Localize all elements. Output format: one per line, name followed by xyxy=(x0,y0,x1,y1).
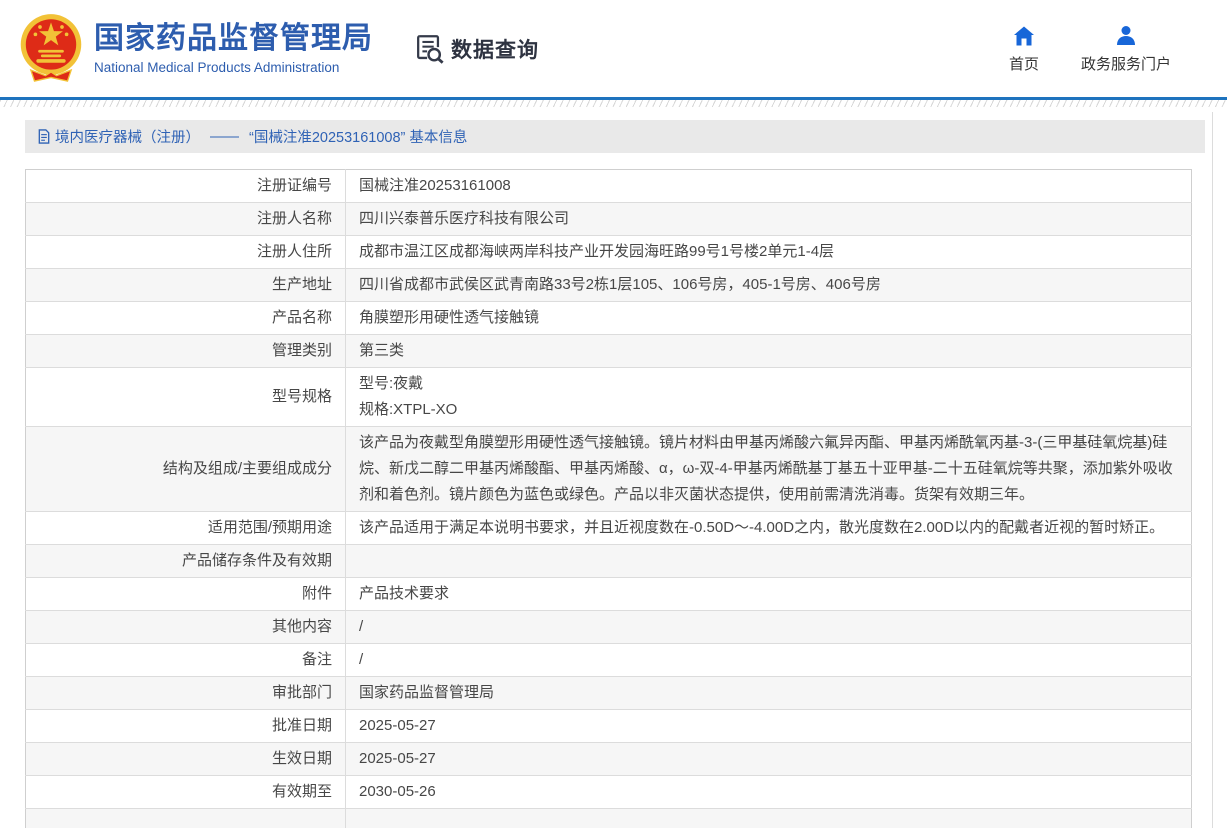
table-row: 注册人名称四川兴泰普乐医疗科技有限公司 xyxy=(26,203,1192,236)
site-header: 国家药品监督管理局 National Medical Products Admi… xyxy=(0,0,1227,100)
row-value: 2030-05-26 xyxy=(346,776,1192,809)
table-row: 产品名称角膜塑形用硬性透气接触镜 xyxy=(26,302,1192,335)
row-label: 产品名称 xyxy=(26,302,346,335)
table-row: 生效日期2025-05-27 xyxy=(26,743,1192,776)
org-name-en: National Medical Products Administration xyxy=(94,60,373,75)
row-value: 产品技术要求 xyxy=(346,578,1192,611)
row-value: 该产品为夜戴型角膜塑形用硬性透气接触镜。镜片材料由甲基丙烯酸六氟异丙酯、甲基丙烯… xyxy=(346,427,1192,512)
table-row: 注册证编号国械注准20253161008 xyxy=(26,170,1192,203)
table-row: 其他内容/ xyxy=(26,611,1192,644)
page: 国家药品监督管理局 National Medical Products Admi… xyxy=(0,0,1227,828)
row-label: 其他内容 xyxy=(26,611,346,644)
row-value: 国家药品监督管理局 xyxy=(346,677,1192,710)
row-label: 审批部门 xyxy=(26,677,346,710)
row-value: 2025-05-27 xyxy=(346,710,1192,743)
nav-home-label: 首页 xyxy=(1009,53,1039,74)
row-value xyxy=(346,545,1192,578)
org-name-zh: 国家药品监督管理局 xyxy=(94,22,373,56)
row-label: 结构及组成/主要组成成分 xyxy=(26,427,346,512)
table-row: 备注/ xyxy=(26,644,1192,677)
breadcrumb-separator: —— xyxy=(210,129,239,145)
table-row: 产品储存条件及有效期 xyxy=(26,545,1192,578)
table-row: 管理类别第三类 xyxy=(26,335,1192,368)
table-row: 附件产品技术要求 xyxy=(26,578,1192,611)
breadcrumb-root-link[interactable]: 境内医疗器械（注册） xyxy=(55,126,200,147)
top-nav: 首页 政务服务门户 xyxy=(1009,24,1227,74)
row-label: 产品储存条件及有效期 xyxy=(26,545,346,578)
data-query-section[interactable]: 数据查询 xyxy=(413,33,539,65)
row-label: 有效期至 xyxy=(26,776,346,809)
data-query-title: 数据查询 xyxy=(451,34,539,64)
nav-item-home[interactable]: 首页 xyxy=(1009,24,1039,74)
row-label: 生效日期 xyxy=(26,743,346,776)
nav-item-portal[interactable]: 政务服务门户 xyxy=(1081,24,1171,74)
row-label: 注册人住所 xyxy=(26,236,346,269)
document-search-icon xyxy=(413,33,445,65)
row-label: 注册人名称 xyxy=(26,203,346,236)
row-value: 四川省成都市武侯区武青南路33号2栋1层105、106号房，405-1号房、40… xyxy=(346,269,1192,302)
row-value xyxy=(346,809,1192,828)
table-row: 批准日期2025-05-27 xyxy=(26,710,1192,743)
row-label: 注册证编号 xyxy=(26,170,346,203)
hatch-divider xyxy=(0,100,1227,107)
row-value: 2025-05-27 xyxy=(346,743,1192,776)
table-row xyxy=(26,809,1192,828)
nav-portal-label: 政务服务门户 xyxy=(1081,53,1171,74)
row-label: 批准日期 xyxy=(26,710,346,743)
home-icon xyxy=(1012,24,1036,48)
table-row: 适用范围/预期用途该产品适用于满足本说明书要求，并且近视度数在-0.50D～-4… xyxy=(26,512,1192,545)
info-table-body: 注册证编号国械注准20253161008注册人名称四川兴泰普乐医疗科技有限公司注… xyxy=(26,170,1192,828)
row-value: 型号:夜戴 规格:XTPL-XO xyxy=(346,368,1192,427)
row-label: 附件 xyxy=(26,578,346,611)
table-row: 审批部门国家药品监督管理局 xyxy=(26,677,1192,710)
table-row: 注册人住所成都市温江区成都海峡两岸科技产业开发园海旺路99号1号楼2单元1-4层 xyxy=(26,236,1192,269)
row-value: / xyxy=(346,644,1192,677)
row-label: 备注 xyxy=(26,644,346,677)
row-value: / xyxy=(346,611,1192,644)
breadcrumb-current: “国械注准20253161008” 基本信息 xyxy=(249,126,467,147)
row-label: 适用范围/预期用途 xyxy=(26,512,346,545)
row-value: 该产品适用于满足本说明书要求，并且近视度数在-0.50D～-4.00D之内，散光… xyxy=(346,512,1192,545)
row-label: 生产地址 xyxy=(26,269,346,302)
right-vertical-rule xyxy=(1212,112,1213,828)
national-emblem-logo[interactable] xyxy=(18,11,84,87)
row-value: 第三类 xyxy=(346,335,1192,368)
row-value: 成都市温江区成都海峡两岸科技产业开发园海旺路99号1号楼2单元1-4层 xyxy=(346,236,1192,269)
row-label: 管理类别 xyxy=(26,335,346,368)
table-row: 生产地址四川省成都市武侯区武青南路33号2栋1层105、106号房，405-1号… xyxy=(26,269,1192,302)
row-value: 角膜塑形用硬性透气接触镜 xyxy=(346,302,1192,335)
row-label xyxy=(26,809,346,828)
org-title-block: 国家药品监督管理局 National Medical Products Admi… xyxy=(94,22,373,75)
table-row: 结构及组成/主要组成成分该产品为夜戴型角膜塑形用硬性透气接触镜。镜片材料由甲基丙… xyxy=(26,427,1192,512)
table-row: 型号规格型号:夜戴 规格:XTPL-XO xyxy=(26,368,1192,427)
user-icon xyxy=(1114,24,1138,48)
breadcrumb: 境内医疗器械（注册） —— “国械注准20253161008” 基本信息 xyxy=(25,120,1205,153)
row-label: 型号规格 xyxy=(26,368,346,427)
row-value: 四川兴泰普乐医疗科技有限公司 xyxy=(346,203,1192,236)
registration-info-table: 注册证编号国械注准20253161008注册人名称四川兴泰普乐医疗科技有限公司注… xyxy=(25,169,1192,828)
table-row: 有效期至2030-05-26 xyxy=(26,776,1192,809)
row-value: 国械注准20253161008 xyxy=(346,170,1192,203)
document-icon xyxy=(37,129,51,144)
